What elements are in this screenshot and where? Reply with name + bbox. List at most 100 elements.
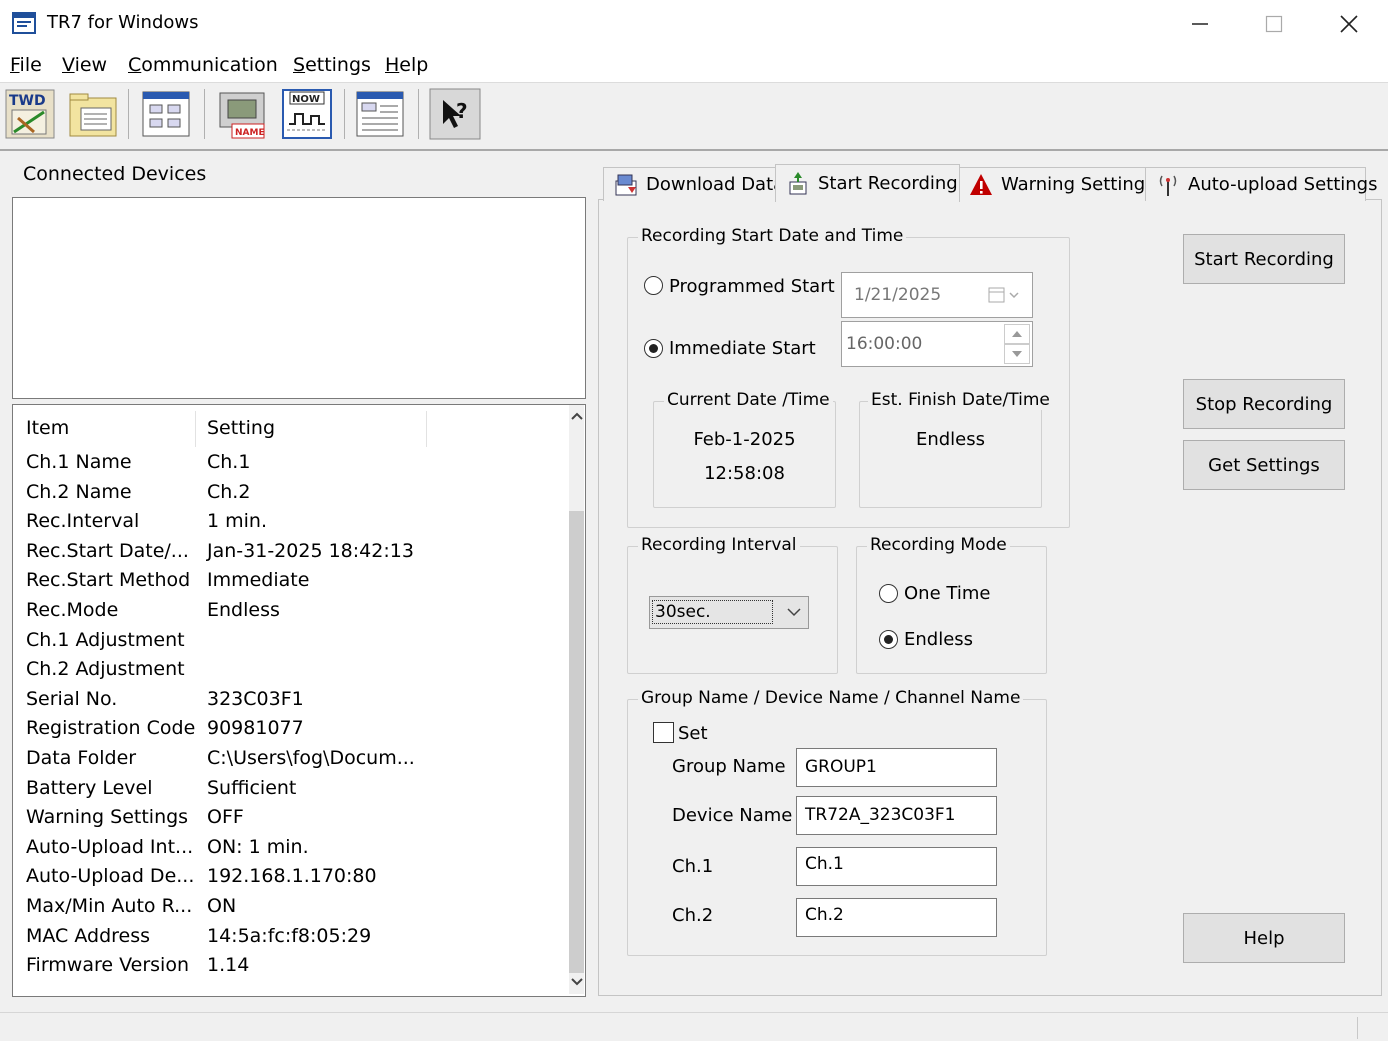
table-row[interactable]: Serial No. 323C03F1 xyxy=(13,688,553,717)
row-item: Serial No. xyxy=(26,687,118,710)
menu-settings[interactable]: Settings xyxy=(293,54,371,76)
ch2-name-label: Ch.2 xyxy=(672,905,714,926)
start-date-picker[interactable]: 1/21/2025 xyxy=(841,272,1033,318)
endless-label[interactable]: Endless xyxy=(904,629,973,650)
programmed-start-radio[interactable] xyxy=(644,276,663,295)
minimize-button[interactable] xyxy=(1163,0,1237,48)
svg-text:NAME: NAME xyxy=(235,128,265,138)
now-monitor-icon: NOW xyxy=(282,89,332,139)
status-bar xyxy=(0,1012,1388,1041)
table-row[interactable]: Ch.2 Adjustment xyxy=(13,658,553,687)
tab-warning-settings[interactable]: Warning Settings xyxy=(958,167,1155,201)
list-view-icon xyxy=(356,91,404,137)
settings-scrollbar[interactable] xyxy=(569,405,584,994)
calendar-dropdown-icon[interactable] xyxy=(988,286,1022,304)
stop-recording-button[interactable]: Stop Recording xyxy=(1183,379,1345,429)
table-row[interactable]: Data Folder C:\Users\fog\Docum... xyxy=(13,747,553,776)
list-view-toolbar-button[interactable] xyxy=(354,88,406,140)
scroll-thumb[interactable] xyxy=(569,511,584,973)
table-row[interactable]: Auto-Upload Int... ON: 1 min. xyxy=(13,836,553,865)
programmed-start-label[interactable]: Programmed Start xyxy=(669,276,835,297)
column-header-setting[interactable]: Setting xyxy=(207,417,275,439)
maximize-button[interactable] xyxy=(1237,0,1311,48)
table-row[interactable]: Rec.Start Method Immediate xyxy=(13,569,553,598)
tab-auto-upload-settings[interactable]: Auto-upload Settings xyxy=(1145,167,1377,201)
table-row[interactable]: Rec.Mode Endless xyxy=(13,599,553,628)
download-toolbar-button[interactable]: TWD xyxy=(4,88,56,140)
current-date-value: Feb-1-2025 xyxy=(693,429,796,450)
table-row[interactable]: Ch.1 Adjustment xyxy=(13,629,553,658)
tab-download-data[interactable]: Download Data xyxy=(603,167,784,201)
folder-view-icon xyxy=(69,93,117,137)
table-row[interactable]: Max/Min Auto R... ON xyxy=(13,895,553,924)
toolbar: TWD NAME NOW ? xyxy=(0,83,1388,151)
set-checkbox[interactable] xyxy=(653,722,674,743)
ch1-name-input[interactable]: Ch.1 xyxy=(796,847,997,886)
time-spin-up[interactable] xyxy=(1004,324,1030,344)
monitor-now-toolbar-button[interactable]: NOW xyxy=(281,88,333,140)
row-setting: 192.168.1.170:80 xyxy=(207,865,377,888)
row-setting: Ch.2 xyxy=(207,480,251,503)
finish-datetime-value: Endless xyxy=(915,429,986,450)
table-row[interactable]: Ch.1 Name Ch.1 xyxy=(13,451,553,480)
table-row[interactable]: Battery Level Sufficient xyxy=(13,777,553,806)
table-row[interactable]: MAC Address 14:5a:fc:f8:05:29 xyxy=(13,925,553,954)
context-help-toolbar-button[interactable]: ? xyxy=(429,88,481,140)
current-datetime-group: Current Date /Time Feb-1-2025 12:58:08 xyxy=(653,390,836,508)
scroll-down-arrow[interactable] xyxy=(569,971,584,993)
group-name-input[interactable]: GROUP1 xyxy=(796,748,997,787)
immediate-start-radio[interactable] xyxy=(644,339,663,358)
start-time-field[interactable]: 16:00:00 xyxy=(841,321,1033,367)
row-item: Data Folder xyxy=(26,747,137,769)
download-data-icon xyxy=(614,173,638,197)
chevron-down-icon xyxy=(787,608,801,617)
window-title: TR7 for Windows xyxy=(47,12,199,33)
device-name-icon: NAME xyxy=(219,92,265,139)
device-settings-list[interactable]: Item Setting Ch.1 Name Ch.1 Ch.2 Name Ch.2 R… xyxy=(12,404,586,997)
row-setting: Sufficient xyxy=(207,776,297,799)
scroll-up-arrow[interactable] xyxy=(569,405,584,427)
table-row[interactable]: Rec.Interval 1 min. xyxy=(13,510,553,539)
menu-file[interactable]: File xyxy=(10,54,42,76)
immediate-start-label[interactable]: Immediate Start xyxy=(669,338,816,359)
device-name-label: Device Name xyxy=(672,805,793,826)
table-row[interactable]: Ch.2 Name Ch.2 xyxy=(13,481,553,510)
context-help-icon: ? xyxy=(429,88,481,140)
endless-radio[interactable] xyxy=(879,630,898,649)
connected-devices-list[interactable] xyxy=(12,197,586,399)
ch1-name-label: Ch.1 xyxy=(672,856,714,877)
menu-help[interactable]: Help xyxy=(385,54,428,76)
device-name-input[interactable]: TR72A_323C03F1 xyxy=(796,796,997,835)
table-row[interactable]: Firmware Version 1.14 xyxy=(13,954,553,983)
row-item: Auto-Upload Int... xyxy=(26,835,194,858)
start-time-value: 16:00:00 xyxy=(846,334,923,354)
row-item: Ch.2 Adjustment xyxy=(26,658,185,681)
one-time-label[interactable]: One Time xyxy=(904,583,990,604)
menu-communication[interactable]: Communication xyxy=(128,54,278,76)
row-setting: Immediate xyxy=(207,569,310,592)
folder-view-toolbar-button[interactable] xyxy=(67,88,119,140)
layout-toolbar-button[interactable] xyxy=(140,88,192,140)
current-datetime-title: Current Date /Time xyxy=(664,390,833,410)
column-header-item[interactable]: Item xyxy=(26,417,69,439)
device-name-toolbar-button[interactable]: NAME xyxy=(216,88,268,140)
table-row[interactable]: Registration Code 90981077 xyxy=(13,717,553,746)
table-row[interactable]: Warning Settings OFF xyxy=(13,806,553,835)
table-row[interactable]: Auto-Upload De... 192.168.1.170:80 xyxy=(13,865,553,894)
set-label[interactable]: Set xyxy=(678,723,708,744)
ch2-name-input[interactable]: Ch.2 xyxy=(796,898,997,937)
row-item: Rec.Start Date/... xyxy=(26,539,189,562)
menu-view[interactable]: View xyxy=(62,54,107,76)
recording-interval-select[interactable]: 30sec. xyxy=(649,596,809,629)
close-button[interactable] xyxy=(1312,0,1386,48)
get-settings-button[interactable]: Get Settings xyxy=(1183,440,1345,490)
start-recording-button[interactable]: Start Recording xyxy=(1183,234,1345,284)
help-button[interactable]: Help xyxy=(1183,913,1345,963)
row-item: Ch.2 Name xyxy=(26,480,132,503)
one-time-radio[interactable] xyxy=(879,584,898,603)
table-row[interactable]: Rec.Start Date/... Jan-31-2025 18:42:13 xyxy=(13,540,553,569)
time-spin-down[interactable] xyxy=(1004,344,1030,364)
tab-start-recording[interactable]: Start Recording xyxy=(775,164,960,202)
start-date-value: 1/21/2025 xyxy=(854,285,942,305)
group-name-label: Group Name xyxy=(672,756,786,777)
